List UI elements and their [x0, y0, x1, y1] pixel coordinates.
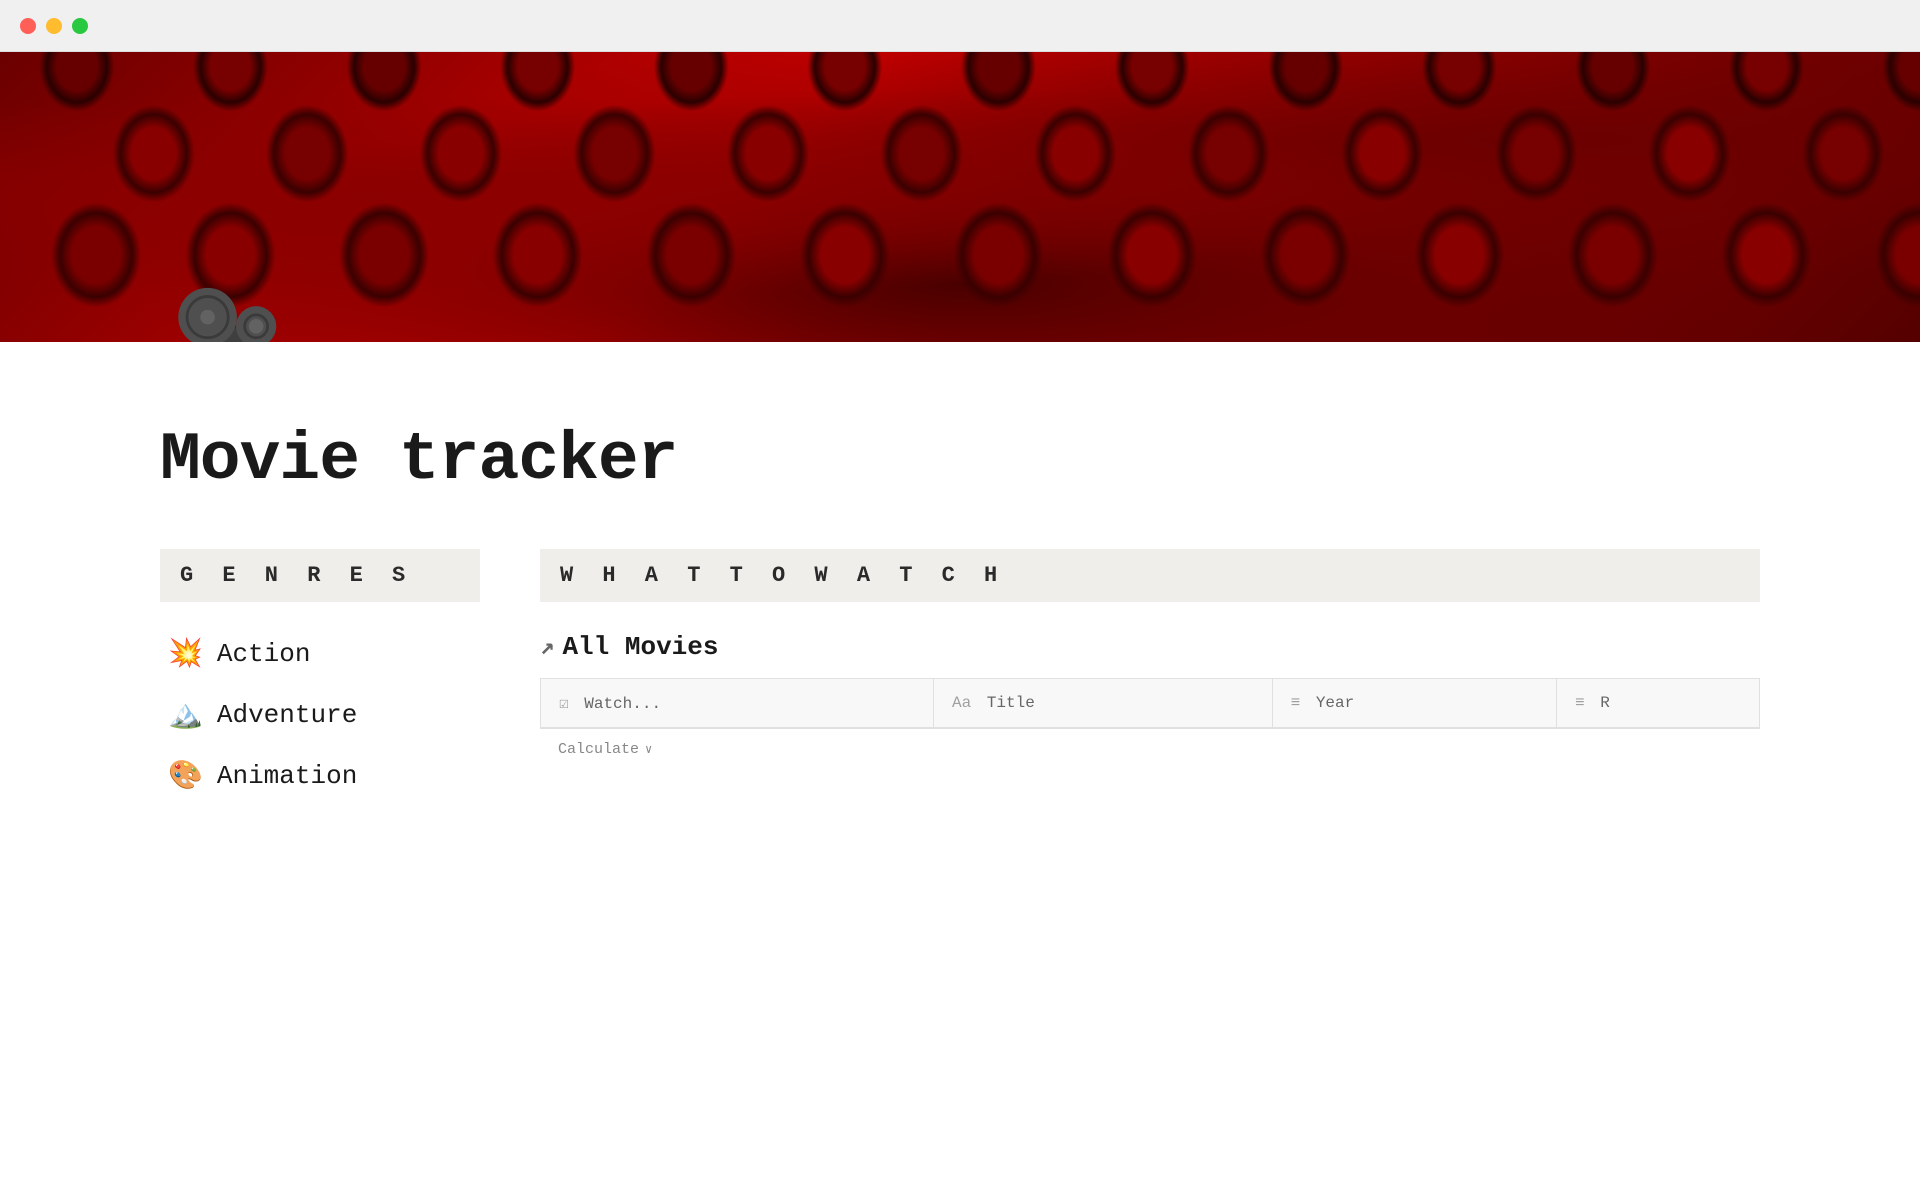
- table-header-watched[interactable]: ☑ Watch...: [541, 679, 934, 728]
- two-column-layout: G E N R E S 💥 Action 🏔️ Adventure 🎨 Anim…: [160, 549, 1760, 797]
- genre-label: Animation: [217, 761, 357, 791]
- all-movies-link[interactable]: ↗ All Movies: [540, 632, 1760, 662]
- action-emoji: 💥: [168, 636, 203, 671]
- page-title: Movie tracker: [160, 422, 1760, 499]
- list-item[interactable]: 🏔️ Adventure: [160, 693, 480, 736]
- watch-header: W H A T T O W A T C H: [540, 549, 1760, 602]
- table-header-title[interactable]: Aa Title: [933, 679, 1272, 728]
- animation-emoji: 🎨: [168, 758, 203, 793]
- hero-banner: 🎥: [0, 52, 1920, 342]
- watch-column: W H A T T O W A T C H ↗ All Movies ☑ Wat…: [540, 549, 1760, 770]
- calculate-label: Calculate: [558, 741, 639, 758]
- all-movies-label: All Movies: [562, 632, 718, 662]
- list-item[interactable]: 💥 Action: [160, 632, 480, 675]
- col-label: Title: [987, 694, 1035, 712]
- maximize-button[interactable]: [72, 18, 88, 34]
- genre-label: Action: [217, 639, 311, 669]
- text-icon: Aa: [952, 694, 971, 712]
- adventure-emoji: 🏔️: [168, 697, 203, 732]
- main-content: Movie tracker G E N R E S 💥 Action 🏔️ Ad…: [0, 342, 1920, 837]
- col-label: Year: [1316, 694, 1354, 712]
- list-icon-2: ≡: [1575, 694, 1585, 712]
- table-header-year[interactable]: ≡ Year: [1272, 679, 1556, 728]
- table-header-rating[interactable]: ≡ R: [1556, 679, 1759, 728]
- genres-column: G E N R E S 💥 Action 🏔️ Adventure 🎨 Anim…: [160, 549, 480, 797]
- col-label: R: [1600, 694, 1610, 712]
- window-chrome: [0, 0, 1920, 52]
- col-label: Watch...: [584, 695, 661, 713]
- chevron-down-icon: ∨: [645, 742, 652, 757]
- page-icon[interactable]: 🎥: [160, 302, 285, 342]
- movies-table: ☑ Watch... Aa Title ≡ Year ≡: [540, 678, 1760, 728]
- close-button[interactable]: [20, 18, 36, 34]
- genre-label: Adventure: [217, 700, 357, 730]
- table-footer[interactable]: Calculate ∨: [540, 728, 1760, 770]
- list-icon: ≡: [1291, 694, 1301, 712]
- minimize-button[interactable]: [46, 18, 62, 34]
- genres-list: 💥 Action 🏔️ Adventure 🎨 Animation: [160, 632, 480, 797]
- list-item[interactable]: 🎨 Animation: [160, 754, 480, 797]
- arrow-icon: ↗: [540, 632, 554, 662]
- checkbox-icon: ☑: [559, 695, 569, 713]
- genres-header: G E N R E S: [160, 549, 480, 602]
